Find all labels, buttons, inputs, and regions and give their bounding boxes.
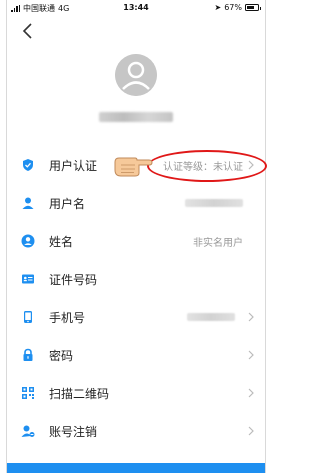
row-label: 姓名 — [49, 234, 74, 249]
row-label: 账号注销 — [49, 424, 98, 439]
row-label: 扫描二维码 — [49, 386, 110, 401]
location-icon: ➤ — [214, 3, 222, 12]
nav-bar — [7, 16, 265, 46]
username-redacted — [99, 112, 173, 122]
chevron-right-icon — [248, 312, 254, 322]
battery-level-fill — [247, 6, 254, 9]
phone-icon — [21, 310, 35, 324]
row-phone[interactable]: 手机号 — [7, 298, 265, 336]
phone-screen: 中国联通 4G 13:44 ➤ 67% 用户认证 认证等级：未认证 用户名 姓名… — [6, 0, 267, 473]
row-label: 证件号码 — [49, 272, 98, 287]
id-card-icon — [21, 272, 35, 286]
battery-percent: 67% — [224, 3, 242, 12]
red-highlight-ellipse — [147, 150, 267, 182]
bottom-action-bar[interactable] — [7, 463, 265, 473]
row-label: 用户名 — [49, 196, 86, 211]
shield-check-icon — [21, 158, 35, 172]
person-icon — [21, 196, 35, 210]
username-value-redacted — [185, 199, 243, 207]
back-arrow-icon[interactable] — [17, 20, 39, 42]
settings-list: 用户认证 认证等级：未认证 用户名 姓名 非实名用户 证件号码 手机号 密码 扫… — [7, 146, 265, 450]
chevron-right-icon — [248, 426, 254, 436]
chevron-right-icon — [248, 388, 254, 398]
row-password[interactable]: 密码 — [7, 336, 265, 374]
row-scan-qr[interactable]: 扫描二维码 — [7, 374, 265, 412]
avatar[interactable] — [115, 54, 157, 96]
row-name[interactable]: 姓名 非实名用户 — [7, 222, 265, 260]
battery-icon — [245, 4, 261, 11]
row-label: 手机号 — [49, 310, 86, 325]
name-value: 非实名用户 — [193, 237, 243, 249]
row-account-cancellation[interactable]: 账号注销 — [7, 412, 265, 450]
lock-icon — [21, 348, 35, 362]
person-remove-icon — [21, 424, 35, 438]
default-avatar-icon — [115, 54, 157, 96]
profile-header — [7, 46, 265, 146]
qr-code-icon — [21, 386, 35, 400]
row-label: 密码 — [49, 348, 74, 363]
status-bar: 中国联通 4G 13:44 ➤ 67% — [7, 0, 265, 16]
person-circle-icon — [21, 234, 35, 248]
row-label: 用户认证 — [49, 158, 98, 173]
row-id-number[interactable]: 证件号码 — [7, 260, 265, 298]
row-username[interactable]: 用户名 — [7, 184, 265, 222]
phone-value-redacted — [187, 313, 235, 321]
pointing-hand-icon — [114, 157, 153, 177]
chevron-right-icon — [248, 350, 254, 360]
